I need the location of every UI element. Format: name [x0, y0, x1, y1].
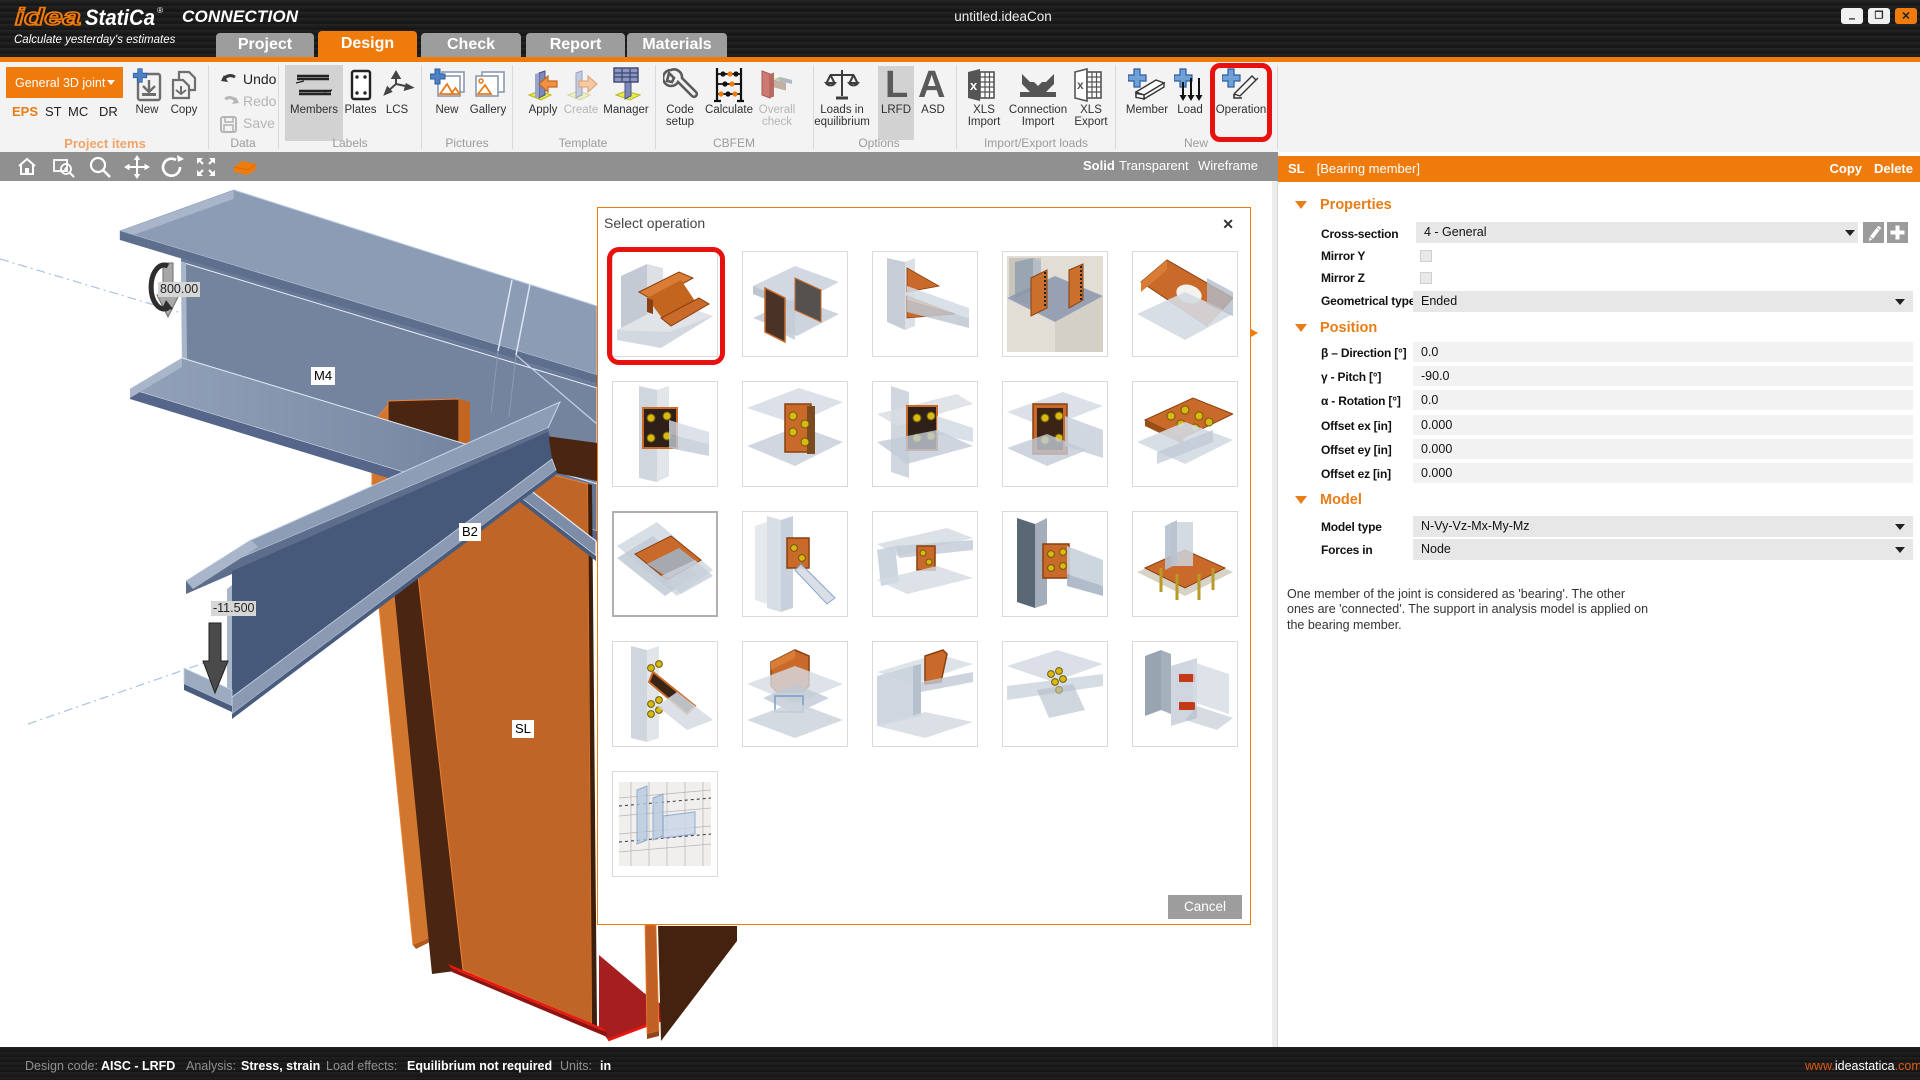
- svg-text:idea: idea: [15, 5, 81, 31]
- svg-text:StatiCa: StatiCa: [85, 5, 155, 30]
- svg-text:x: x: [1077, 78, 1084, 92]
- svg-text:®: ®: [157, 6, 163, 15]
- svg-text:x: x: [970, 78, 978, 93]
